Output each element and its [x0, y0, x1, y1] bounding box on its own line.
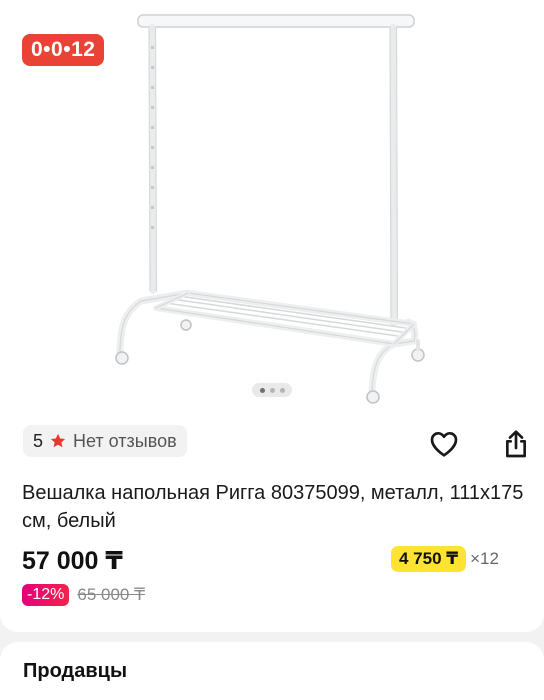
installment-multiplier: ×12	[470, 549, 499, 568]
countdown-timer: 0•0•12	[22, 34, 105, 66]
product-gallery[interactable]: 0•0•12	[0, 0, 544, 418]
product-title: Вешалка напольная Ригга 80375099, металл…	[22, 482, 524, 532]
product-price: 57 000 ₸	[22, 547, 123, 575]
favorite-button[interactable]	[424, 424, 464, 464]
installment-amount: 4 750 ₸	[391, 546, 467, 572]
product-actions	[424, 424, 536, 464]
reviews-label: Нет отзывов	[73, 430, 177, 451]
pager-dot	[279, 387, 285, 393]
star-icon	[50, 433, 66, 448]
sellers-title: Продавцы	[23, 660, 128, 682]
discount-row: -12% 65 000 ₸	[22, 584, 145, 606]
old-price: 65 000 ₸	[77, 585, 145, 604]
installment-offer[interactable]: 4 750 ₸ ×12	[391, 546, 499, 572]
share-button[interactable]	[496, 424, 536, 464]
product-card: 0•0•12 5 Нет отзывов Вешалка напольная Р…	[0, 0, 544, 632]
gallery-pager	[252, 383, 292, 397]
rating-badge[interactable]: 5 Нет отзывов	[23, 425, 187, 457]
sellers-section: Продавцы	[0, 642, 544, 700]
pager-dot	[269, 387, 275, 393]
discount-badge: -12%	[22, 584, 70, 606]
heart-icon	[430, 432, 458, 457]
rating-score: 5	[33, 430, 44, 451]
share-icon	[506, 430, 526, 458]
product-image	[115, 14, 425, 404]
pager-dot-active	[259, 387, 265, 393]
